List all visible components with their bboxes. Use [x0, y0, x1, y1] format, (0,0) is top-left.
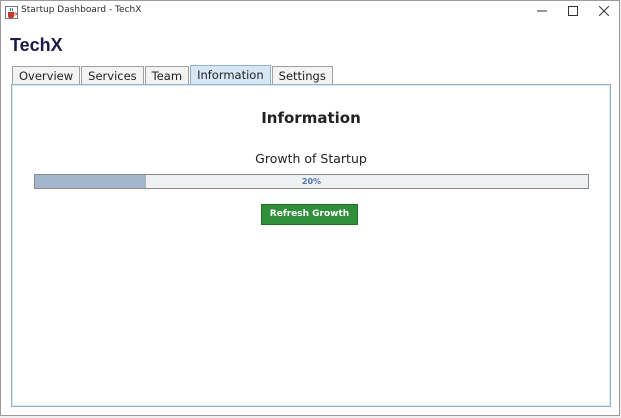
- growth-progress-bar: 20%: [34, 174, 589, 189]
- refresh-growth-button[interactable]: Refresh Growth: [261, 204, 358, 225]
- minimize-icon: [537, 6, 547, 16]
- progress-text: 20%: [301, 177, 322, 186]
- coffee-cup-icon: [5, 4, 18, 19]
- content-area: TechX Overview Services Team Information…: [1, 21, 619, 415]
- tab-overview[interactable]: Overview: [12, 66, 81, 85]
- app-window: Startup Dashboard - TechX TechX Overview…: [0, 0, 620, 416]
- window-title: Startup Dashboard - TechX: [21, 5, 142, 15]
- tab-settings[interactable]: Settings: [271, 66, 333, 85]
- minimize-button[interactable]: [527, 1, 557, 21]
- title-bar[interactable]: Startup Dashboard - TechX: [1, 1, 619, 21]
- panel-title: Information: [261, 109, 361, 127]
- tab-information[interactable]: Information: [190, 65, 271, 85]
- tab-team[interactable]: Team: [144, 66, 190, 85]
- growth-label: Growth of Startup: [255, 151, 367, 166]
- tab-services[interactable]: Services: [81, 66, 144, 85]
- information-panel: Information Growth of Startup 20% Refres…: [11, 84, 611, 407]
- tab-bar: Overview Services Team Information Setti…: [12, 65, 334, 85]
- maximize-button[interactable]: [558, 1, 588, 21]
- close-icon: [599, 6, 609, 16]
- maximize-icon: [568, 6, 578, 16]
- brand-title: TechX: [10, 35, 63, 55]
- close-button[interactable]: [589, 1, 619, 21]
